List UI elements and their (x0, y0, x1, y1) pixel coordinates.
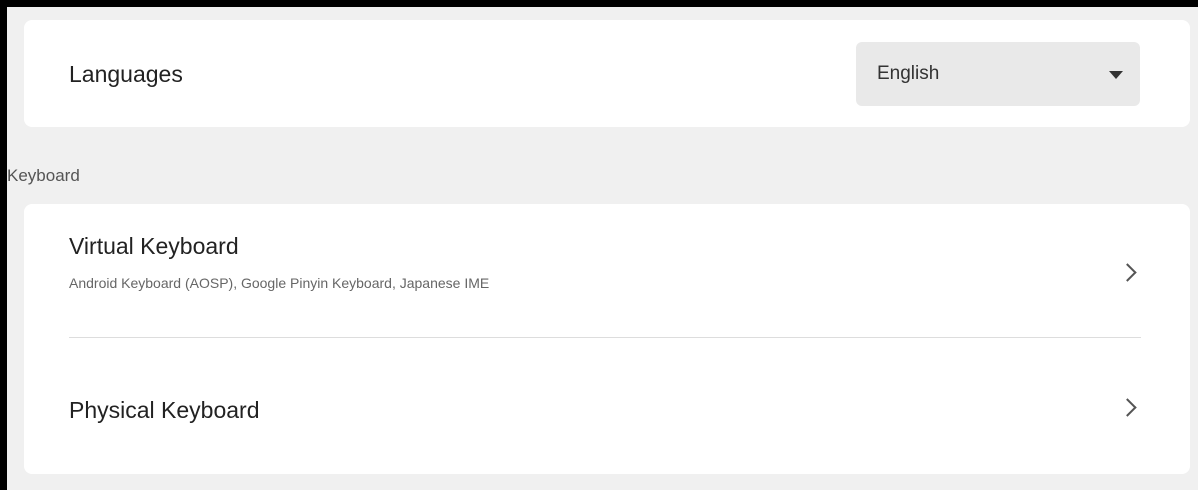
physical-keyboard-item[interactable]: Physical Keyboard (24, 338, 1190, 474)
chevron-right-icon (1118, 263, 1137, 282)
language-dropdown[interactable]: English (856, 42, 1140, 106)
chevron-right-icon (1118, 398, 1137, 417)
physical-keyboard-label: Physical Keyboard (69, 397, 260, 423)
virtual-keyboard-label: Virtual Keyboard (69, 233, 239, 259)
settings-screen: Languages English Keyboard Virtual Keybo… (7, 7, 1198, 490)
keyboard-section-header: Keyboard (7, 166, 80, 185)
keyboard-card: Virtual Keyboard Android Keyboard (AOSP)… (24, 204, 1190, 474)
virtual-keyboard-item[interactable]: Virtual Keyboard Android Keyboard (AOSP)… (24, 204, 1190, 338)
virtual-keyboard-summary: Android Keyboard (AOSP), Google Pinyin K… (69, 275, 490, 291)
languages-label: Languages (69, 61, 183, 87)
language-dropdown-value: English (877, 63, 940, 84)
caret-down-icon (1109, 71, 1123, 79)
languages-card: Languages English (24, 20, 1190, 127)
